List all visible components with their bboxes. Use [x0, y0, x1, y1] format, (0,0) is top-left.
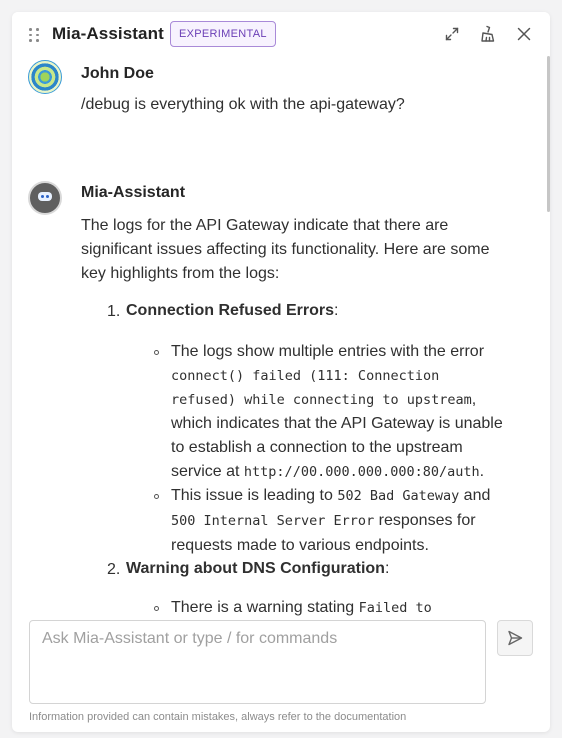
list-item: 500 Internal Server Error responses for	[171, 512, 476, 529]
chat-textarea[interactable]	[30, 621, 485, 703]
list-item: connect() failed (111: Connection	[171, 368, 440, 384]
list-item: which indicates that the API Gateway is …	[171, 415, 503, 432]
list-number: 2.	[107, 561, 121, 578]
assistant-panel: Mia-Assistant EXPERIMENTAL John Doe /deb…	[12, 12, 550, 732]
bullet-icon	[154, 494, 159, 499]
drag-handle-icon[interactable]	[29, 28, 39, 42]
list-item: requests made to various endpoints.	[171, 537, 429, 554]
message-text: significant issues affecting its functio…	[81, 241, 490, 258]
list-item: service at http://00.000.000.000:80/auth…	[171, 463, 485, 480]
list-number: 1.	[107, 303, 121, 320]
message-list[interactable]: John Doe /debug is everything ok with th…	[12, 56, 550, 616]
chat-input[interactable]	[29, 620, 486, 704]
message-text: /debug is everything ok with the api-gat…	[81, 96, 405, 113]
user-avatar	[28, 60, 62, 94]
close-icon[interactable]	[513, 23, 535, 45]
bullet-icon	[154, 350, 159, 355]
list-item: This issue is leading to 502 Bad Gateway…	[171, 487, 491, 504]
clear-chat-icon[interactable]	[477, 23, 499, 45]
list-item-heading: Connection Refused Errors:	[126, 302, 339, 319]
message-text: key highlights from the logs:	[81, 265, 280, 282]
disclaimer-note: Information provided can contain mistake…	[29, 711, 407, 723]
scrollbar[interactable]	[547, 56, 550, 212]
message-author: John Doe	[81, 65, 154, 82]
robot-icon	[38, 192, 52, 201]
list-item: The logs show multiple entries with the …	[171, 343, 485, 360]
list-item-heading: Warning about DNS Configuration:	[126, 560, 390, 577]
experimental-badge: EXPERIMENTAL	[170, 21, 276, 47]
list-item: There is a warning stating Failed to	[171, 599, 432, 616]
list-item: to establish a connection to the upstrea…	[171, 439, 463, 456]
panel-header: Mia-Assistant EXPERIMENTAL	[12, 12, 550, 56]
message-author: Mia-Assistant	[81, 184, 186, 201]
expand-icon[interactable]	[441, 23, 463, 45]
send-button[interactable]	[497, 620, 533, 656]
assistant-avatar	[28, 181, 62, 215]
send-icon	[508, 630, 523, 646]
bullet-icon	[154, 606, 159, 611]
list-item: refused) while connecting to upstream,	[171, 391, 477, 408]
message-text: The logs for the API Gateway indicate th…	[81, 217, 449, 234]
panel-title: Mia-Assistant	[52, 24, 164, 43]
